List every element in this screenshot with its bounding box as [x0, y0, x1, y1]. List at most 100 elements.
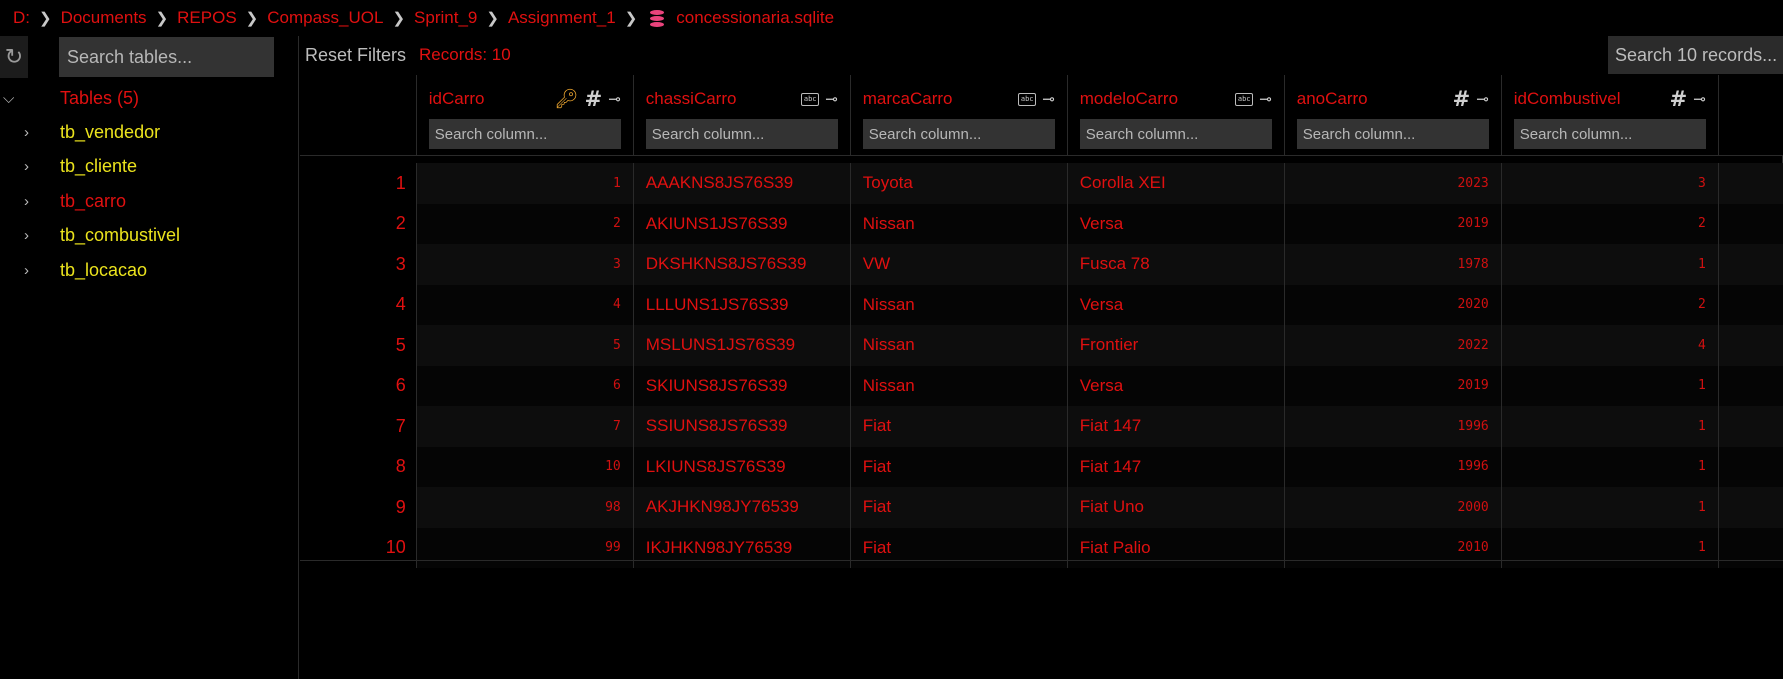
cell-chassicarro[interactable]: SSIUNS8JS76S39	[633, 406, 851, 447]
cell-marcacarro[interactable]: Fiat	[850, 446, 1068, 487]
cell-idcombustivel[interactable]: 1	[1501, 527, 1719, 568]
breadcrumb-sprint-9[interactable]: Sprint_9	[414, 8, 477, 28]
cell-idcombustivel[interactable]: 2	[1501, 284, 1719, 325]
cell-chassicarro[interactable]: DKSHKNS8JS76S39	[633, 244, 851, 285]
cell-idcarro[interactable]: 7	[416, 406, 634, 447]
sidebar-item-tb-locacao[interactable]: › tb_locacao	[0, 253, 298, 288]
breadcrumb-compass-uol[interactable]: Compass_UOL	[267, 8, 383, 28]
chevron-down-icon[interactable]: ⌵	[0, 90, 60, 107]
column-name[interactable]: modeloCarro	[1080, 89, 1178, 109]
sidebar-item-tb-carro[interactable]: › tb_carro	[0, 184, 298, 219]
cell-chassicarro[interactable]: AKIUNS1JS76S39	[633, 203, 851, 244]
breadcrumb-assignment-1[interactable]: Assignment_1	[508, 8, 616, 28]
cell-marcacarro[interactable]: Fiat	[850, 406, 1068, 447]
cell-anocarro[interactable]: 2010	[1284, 527, 1502, 568]
column-header-modelocarro[interactable]: modeloCarro abc ⊸	[1067, 75, 1285, 156]
cell-idcarro[interactable]: 99	[416, 527, 634, 568]
cell-idcarro[interactable]: 4	[416, 284, 634, 325]
search-records-input[interactable]	[1608, 36, 1783, 74]
column-name[interactable]: idCombustivel	[1514, 89, 1621, 109]
cell-modelocarro[interactable]: Versa	[1067, 203, 1285, 244]
cell-idcarro[interactable]: 5	[416, 325, 634, 366]
cell-idcarro[interactable]: 10	[416, 446, 634, 487]
cell-modelocarro[interactable]: Fiat 147	[1067, 406, 1285, 447]
cell-idcombustivel[interactable]: 4	[1501, 325, 1719, 366]
cell-idcombustivel[interactable]: 3	[1501, 163, 1719, 204]
table-row[interactable]: 3 3 DKSHKNS8JS76S39 VW Fusca 78 1978 1	[300, 244, 1783, 285]
cell-anocarro[interactable]: 2019	[1284, 203, 1502, 244]
reset-filters-button[interactable]: Reset Filters	[300, 45, 406, 66]
cell-chassicarro[interactable]: MSLUNS1JS76S39	[633, 325, 851, 366]
cell-marcacarro[interactable]: Nissan	[850, 365, 1068, 406]
cell-marcacarro[interactable]: VW	[850, 244, 1068, 285]
cell-idcombustivel[interactable]: 1	[1501, 446, 1719, 487]
cell-idcarro[interactable]: 2	[416, 203, 634, 244]
column-search-input[interactable]	[645, 119, 838, 149]
table-row[interactable]: 7 7 SSIUNS8JS76S39 Fiat Fiat 147 1996 1	[300, 406, 1783, 447]
table-row[interactable]: 6 6 SKIUNS8JS76S39 Nissan Versa 2019 1	[300, 365, 1783, 406]
cell-idcarro[interactable]: 6	[416, 365, 634, 406]
chevron-right-icon[interactable]: ›	[0, 262, 60, 279]
cell-anocarro[interactable]: 1978	[1284, 244, 1502, 285]
pin-icon[interactable]: ⊸	[1259, 90, 1272, 108]
pin-icon[interactable]: ⊸	[1476, 90, 1489, 108]
chevron-right-icon[interactable]: ›	[0, 193, 60, 210]
cell-modelocarro[interactable]: Fiat Palio	[1067, 527, 1285, 568]
cell-anocarro[interactable]: 2020	[1284, 284, 1502, 325]
chevron-right-icon[interactable]: ›	[0, 124, 60, 141]
sidebar-item-tb-vendedor[interactable]: › tb_vendedor	[0, 115, 298, 150]
table-row[interactable]: 8 10 LKIUNS8JS76S39 Fiat Fiat 147 1996 1	[300, 446, 1783, 487]
cell-chassicarro[interactable]: LLLUNS1JS76S39	[633, 284, 851, 325]
cell-anocarro[interactable]: 2023	[1284, 163, 1502, 204]
cell-modelocarro[interactable]: Corolla XEI	[1067, 163, 1285, 204]
cell-anocarro[interactable]: 2022	[1284, 325, 1502, 366]
cell-idcombustivel[interactable]: 1	[1501, 406, 1719, 447]
table-row[interactable]: 4 4 LLLUNS1JS76S39 Nissan Versa 2020 2	[300, 284, 1783, 325]
cell-marcacarro[interactable]: Nissan	[850, 325, 1068, 366]
cell-marcacarro[interactable]: Nissan	[850, 284, 1068, 325]
breadcrumb-documents[interactable]: Documents	[61, 8, 147, 28]
tables-root[interactable]: ⌵ Tables (5)	[0, 81, 298, 115]
cell-idcombustivel[interactable]: 2	[1501, 203, 1719, 244]
cell-marcacarro[interactable]: Nissan	[850, 203, 1068, 244]
chevron-right-icon[interactable]: ›	[0, 158, 60, 175]
pin-icon[interactable]: ⊸	[608, 90, 621, 108]
search-tables-input[interactable]	[59, 37, 274, 77]
cell-modelocarro[interactable]: Frontier	[1067, 325, 1285, 366]
table-row[interactable]: 9 98 AKJHKN98JY76539 Fiat Fiat Uno 2000 …	[300, 487, 1783, 528]
column-name[interactable]: anoCarro	[1297, 89, 1368, 109]
cell-marcacarro[interactable]: Fiat	[850, 487, 1068, 528]
cell-modelocarro[interactable]: Fiat 147	[1067, 446, 1285, 487]
column-name[interactable]: idCarro	[429, 89, 485, 109]
chevron-right-icon[interactable]: ›	[0, 227, 60, 244]
cell-chassicarro[interactable]: IKJHKN98JY76539	[633, 527, 851, 568]
cell-chassicarro[interactable]: LKIUNS8JS76S39	[633, 446, 851, 487]
column-search-input[interactable]	[1513, 119, 1706, 149]
cell-modelocarro[interactable]: Fusca 78	[1067, 244, 1285, 285]
cell-marcacarro[interactable]: Fiat	[850, 527, 1068, 568]
column-search-input[interactable]	[1079, 119, 1272, 149]
column-header-chassicarro[interactable]: chassiCarro abc ⊸	[633, 75, 851, 156]
table-row[interactable]: 2 2 AKIUNS1JS76S39 Nissan Versa 2019 2	[300, 203, 1783, 244]
table-row[interactable]: 10 99 IKJHKN98JY76539 Fiat Fiat Palio 20…	[300, 527, 1783, 568]
column-header-idcombustivel[interactable]: idCombustivel # ⊸	[1501, 75, 1719, 156]
column-search-input[interactable]	[428, 119, 621, 149]
cell-anocarro[interactable]: 1996	[1284, 446, 1502, 487]
sidebar-item-tb-cliente[interactable]: › tb_cliente	[0, 150, 298, 185]
cell-anocarro[interactable]: 2019	[1284, 365, 1502, 406]
table-row[interactable]: 5 5 MSLUNS1JS76S39 Nissan Frontier 2022 …	[300, 325, 1783, 366]
cell-idcombustivel[interactable]: 1	[1501, 487, 1719, 528]
cell-chassicarro[interactable]: SKIUNS8JS76S39	[633, 365, 851, 406]
cell-chassicarro[interactable]: AAAKNS8JS76S39	[633, 163, 851, 204]
breadcrumb-file[interactable]: concessionaria.sqlite	[676, 8, 834, 28]
cell-idcombustivel[interactable]: 1	[1501, 244, 1719, 285]
column-search-input[interactable]	[1296, 119, 1489, 149]
cell-modelocarro[interactable]: Fiat Uno	[1067, 487, 1285, 528]
pin-icon[interactable]: ⊸	[1042, 90, 1055, 108]
refresh-icon[interactable]: ↻	[0, 36, 28, 78]
cell-chassicarro[interactable]: AKJHKN98JY76539	[633, 487, 851, 528]
breadcrumb-repos[interactable]: REPOS	[177, 8, 237, 28]
cell-idcombustivel[interactable]: 1	[1501, 365, 1719, 406]
table-row[interactable]: 1 1 AAAKNS8JS76S39 Toyota Corolla XEI 20…	[300, 163, 1783, 204]
cell-anocarro[interactable]: 1996	[1284, 406, 1502, 447]
